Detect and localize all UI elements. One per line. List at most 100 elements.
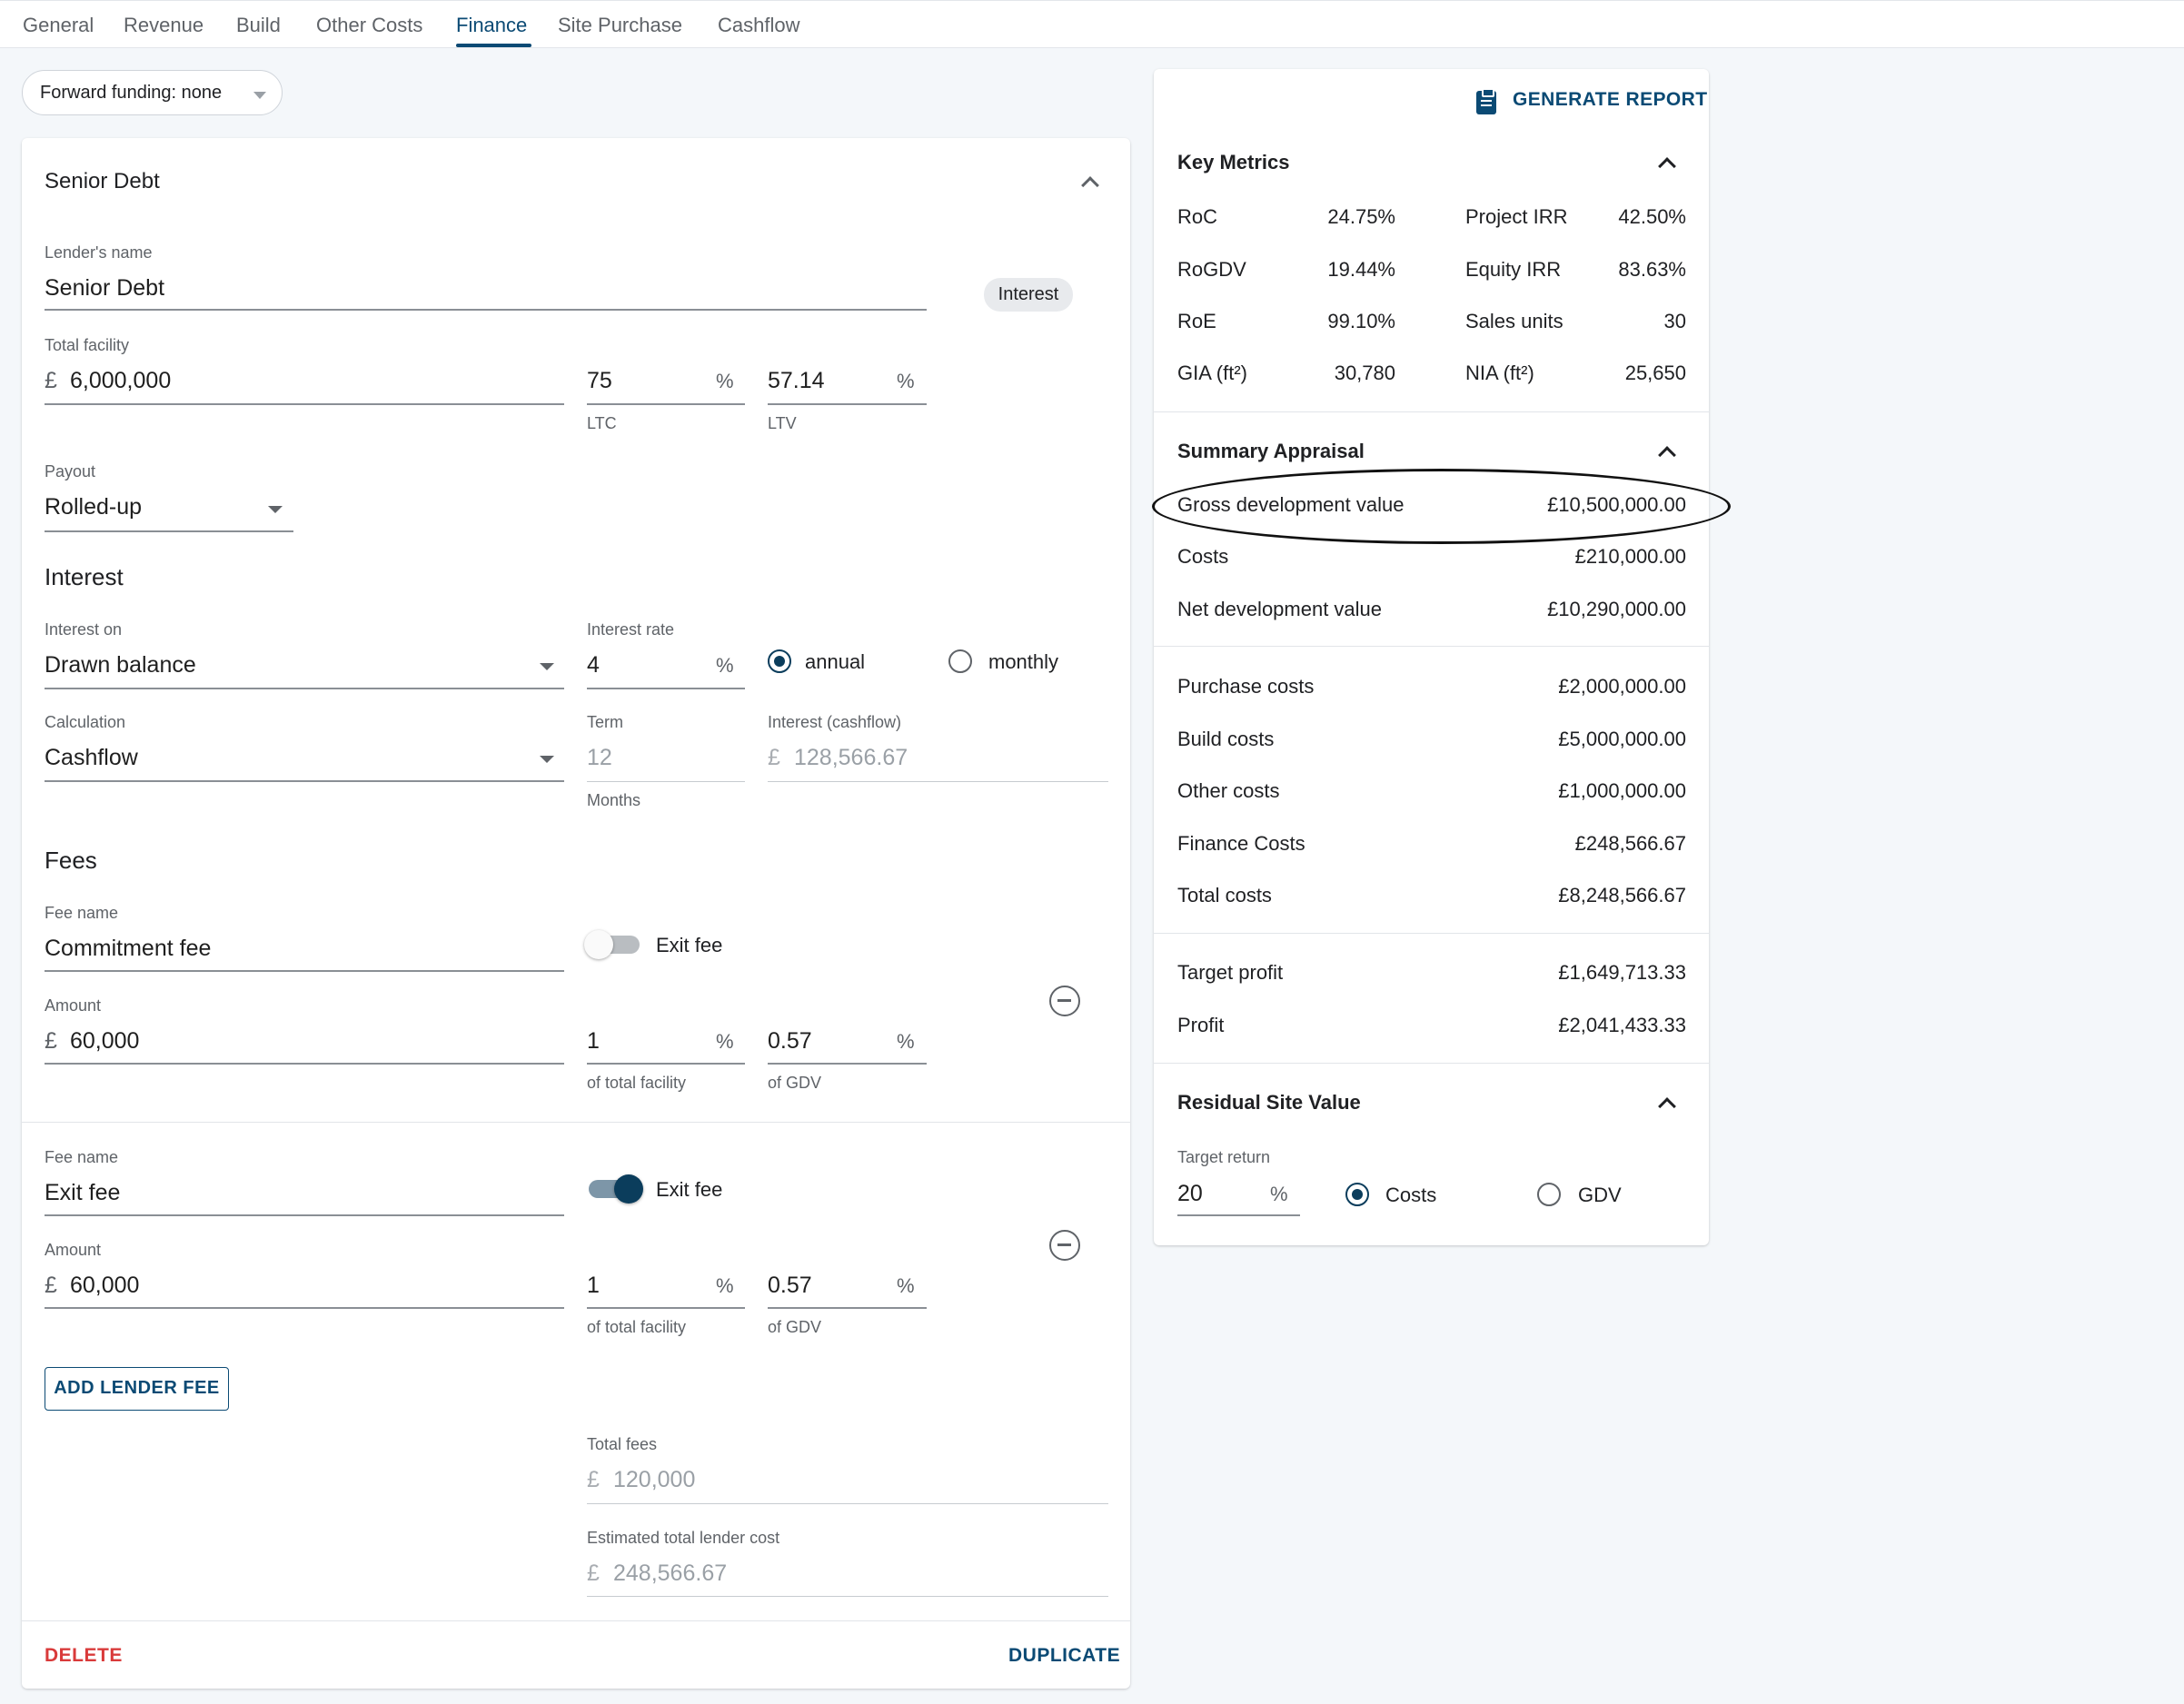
lender-name-underline xyxy=(45,309,927,311)
summary-label: Other costs xyxy=(1177,779,1280,802)
footer-divider xyxy=(22,1620,1130,1621)
percent-suffix: % xyxy=(716,1030,734,1053)
ltc-underline xyxy=(587,403,745,405)
duplicate-button[interactable]: DUPLICATE xyxy=(1008,1645,1120,1667)
clipboard-icon[interactable] xyxy=(1476,88,1496,114)
currency-prefix: £ xyxy=(45,1273,57,1298)
summary-value: £10,290,000.00 xyxy=(1547,598,1686,620)
chevron-down-icon xyxy=(253,92,266,99)
metric-value: 24.75% xyxy=(1327,205,1395,228)
fee-pct-facility-underline xyxy=(587,1063,745,1065)
fee-pct-gdv-underline xyxy=(768,1063,927,1065)
metric-label: Equity IRR xyxy=(1465,258,1562,281)
summary-label: Total costs xyxy=(1177,884,1272,906)
target-return-label: Target return xyxy=(1177,1148,1271,1166)
target-return-percent: % xyxy=(1270,1183,1288,1205)
costs-radio[interactable] xyxy=(1345,1183,1369,1206)
tab-cashflow[interactable]: Cashflow xyxy=(718,14,799,37)
metric-value: 83.63% xyxy=(1618,258,1686,281)
total-fees-underline xyxy=(587,1503,1108,1504)
fee-pct-facility-underline xyxy=(587,1307,745,1309)
summary-label: Net development value xyxy=(1177,598,1383,620)
currency-prefix: £ xyxy=(587,1560,600,1586)
summary-label: Build costs xyxy=(1177,728,1275,750)
total-facility-label: Total facility xyxy=(45,336,130,354)
ltv-percent: % xyxy=(897,370,915,392)
fee-pct-facility-input[interactable]: 1 xyxy=(587,1028,600,1055)
total-facility-input[interactable]: 6,000,000 xyxy=(70,368,171,394)
interest-cashflow-label: Interest (cashflow) xyxy=(768,713,902,731)
summary-label: Costs xyxy=(1177,545,1229,568)
interest-section-title: Interest xyxy=(45,563,124,590)
fee-name-underline xyxy=(45,970,564,972)
ltv-underline xyxy=(768,403,927,405)
annual-label: annual xyxy=(805,650,866,673)
fee-name-input[interactable]: Exit fee xyxy=(45,1180,120,1206)
exit-fee-toggle-thumb[interactable] xyxy=(584,930,613,959)
tab-general[interactable]: General xyxy=(23,14,94,37)
summary-value: £5,000,000.00 xyxy=(1558,728,1686,750)
tab-build[interactable]: Build xyxy=(236,14,281,37)
calculation-label: Calculation xyxy=(45,713,126,731)
fee-name-label: Fee name xyxy=(45,904,119,922)
exit-fee-label: Exit fee xyxy=(656,1178,723,1201)
term-label: Term xyxy=(587,713,623,731)
fee-amount-input[interactable]: 60,000 xyxy=(70,1273,139,1299)
target-return-input[interactable]: 20 xyxy=(1177,1181,1203,1207)
calculation-select[interactable]: Cashflow xyxy=(45,745,138,771)
currency-prefix: £ xyxy=(587,1467,600,1492)
summary-label: Purchase costs xyxy=(1177,675,1315,698)
payout-underline xyxy=(45,530,293,532)
remove-fee-icon[interactable] xyxy=(1049,986,1080,1016)
chevron-down-icon xyxy=(540,663,554,670)
exit-fee-toggle-thumb[interactable] xyxy=(614,1174,643,1204)
summary-value: £2,041,433.33 xyxy=(1558,1014,1686,1036)
tab-other-costs[interactable]: Other Costs xyxy=(316,14,422,37)
forward-funding-select[interactable]: Forward funding: none xyxy=(22,70,283,115)
panel-divider xyxy=(1154,646,1709,647)
gdv-radio[interactable] xyxy=(1537,1183,1561,1206)
metric-label: RoGDV xyxy=(1177,258,1246,281)
metric-value: 25,650 xyxy=(1624,362,1686,384)
ltc-helper: LTC xyxy=(587,414,617,432)
forward-funding-label: Forward funding: none xyxy=(40,83,223,103)
interest-on-select[interactable]: Drawn balance xyxy=(45,652,196,679)
payout-label: Payout xyxy=(45,462,96,480)
fee-pct-gdv-helper: of GDV xyxy=(768,1074,822,1092)
summary-panel xyxy=(1154,69,1709,1245)
fee-pct-gdv-input[interactable]: 0.57 xyxy=(768,1273,812,1299)
fee-amount-underline xyxy=(45,1307,564,1309)
calculation-underline xyxy=(45,780,564,782)
ltv-input[interactable]: 57.14 xyxy=(768,368,825,394)
tab-revenue[interactable]: Revenue xyxy=(124,14,204,37)
currency-prefix: £ xyxy=(45,1028,57,1054)
lender-name-input[interactable]: Senior Debt xyxy=(45,275,164,302)
interest-rate-input[interactable]: 4 xyxy=(587,652,600,679)
interest-on-label: Interest on xyxy=(45,620,123,639)
panel-divider xyxy=(1154,411,1709,412)
monthly-radio[interactable] xyxy=(948,649,972,673)
fee-name-underline xyxy=(45,1214,564,1216)
tab-site-purchase[interactable]: Site Purchase xyxy=(558,14,682,37)
metric-label: RoE xyxy=(1177,310,1216,332)
fee-pct-facility-input[interactable]: 1 xyxy=(587,1273,600,1299)
delete-button[interactable]: DELETE xyxy=(45,1645,123,1667)
payout-select[interactable]: Rolled-up xyxy=(45,494,142,520)
add-lender-fee-button[interactable]: ADD LENDER FEE xyxy=(45,1367,229,1411)
generate-report-button[interactable]: GENERATE REPORT xyxy=(1513,89,1707,111)
fee-name-input[interactable]: Commitment fee xyxy=(45,936,211,962)
metric-label: NIA (ft²) xyxy=(1465,362,1534,384)
fee-amount-input[interactable]: 60,000 xyxy=(70,1028,139,1055)
currency-prefix: £ xyxy=(45,368,57,393)
total-fees-label: Total fees xyxy=(587,1435,658,1453)
interest-badge: Interest xyxy=(984,278,1073,312)
remove-fee-icon[interactable] xyxy=(1049,1230,1080,1261)
summary-value: £10,500,000.00 xyxy=(1547,493,1686,516)
ltc-input[interactable]: 75 xyxy=(587,368,612,394)
term-underline xyxy=(587,781,745,782)
target-return-underline xyxy=(1177,1214,1300,1216)
fee-pct-gdv-input[interactable]: 0.57 xyxy=(768,1028,812,1055)
annual-radio[interactable] xyxy=(768,649,791,673)
metric-label: Project IRR xyxy=(1465,205,1568,228)
tab-finance[interactable]: Finance xyxy=(456,14,527,37)
